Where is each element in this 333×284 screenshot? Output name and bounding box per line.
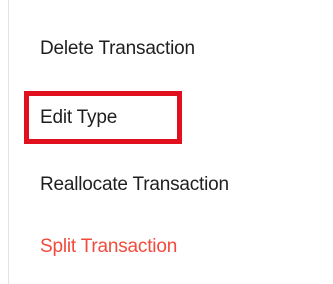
menu-item-delete-transaction[interactable]: Delete Transaction (40, 37, 195, 61)
menu-item-edit-type[interactable]: Edit Type (40, 106, 117, 130)
menu-item-split-transaction[interactable]: Split Transaction (40, 235, 177, 259)
menu-item-reallocate-transaction[interactable]: Reallocate Transaction (40, 173, 229, 197)
transaction-actions-menu: Delete Transaction Edit Type Reallocate … (0, 0, 333, 284)
